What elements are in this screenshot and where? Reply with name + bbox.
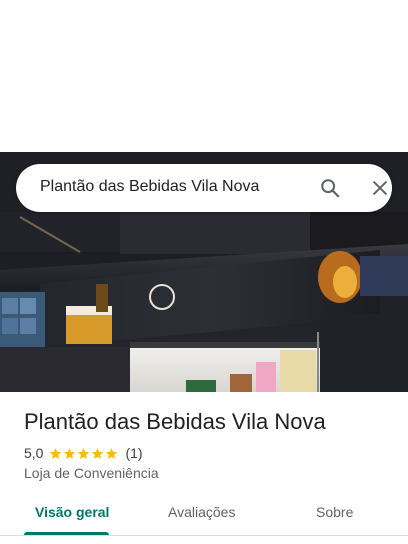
star-icon (50, 447, 62, 459)
tabs-divider (0, 535, 408, 536)
star-icon (64, 447, 76, 459)
place-title: Plantão das Bebidas Vila Nova (24, 409, 326, 434)
tab-reviews[interactable]: Avaliações (168, 504, 235, 520)
search-bar[interactable]: Plantão das Bebidas Vila Nova (16, 164, 392, 212)
close-icon[interactable] (370, 178, 390, 198)
tab-about[interactable]: Sobre (316, 504, 353, 520)
star-icon (78, 447, 90, 459)
place-category: Loja de Conveniência (24, 465, 159, 481)
search-icon[interactable] (319, 177, 341, 199)
rating-value: 5,0 (24, 445, 44, 461)
search-query-text[interactable]: Plantão das Bebidas Vila Nova (40, 178, 259, 196)
place-tabs: Visão geral Avaliações Sobre (0, 496, 408, 536)
star-icon (106, 447, 118, 459)
star-icon (92, 447, 104, 459)
tab-overview[interactable]: Visão geral (35, 504, 109, 520)
rating-row[interactable]: 5,0 (1) (24, 444, 143, 462)
rating-stars (49, 447, 119, 460)
review-count[interactable]: (1) (125, 445, 142, 461)
